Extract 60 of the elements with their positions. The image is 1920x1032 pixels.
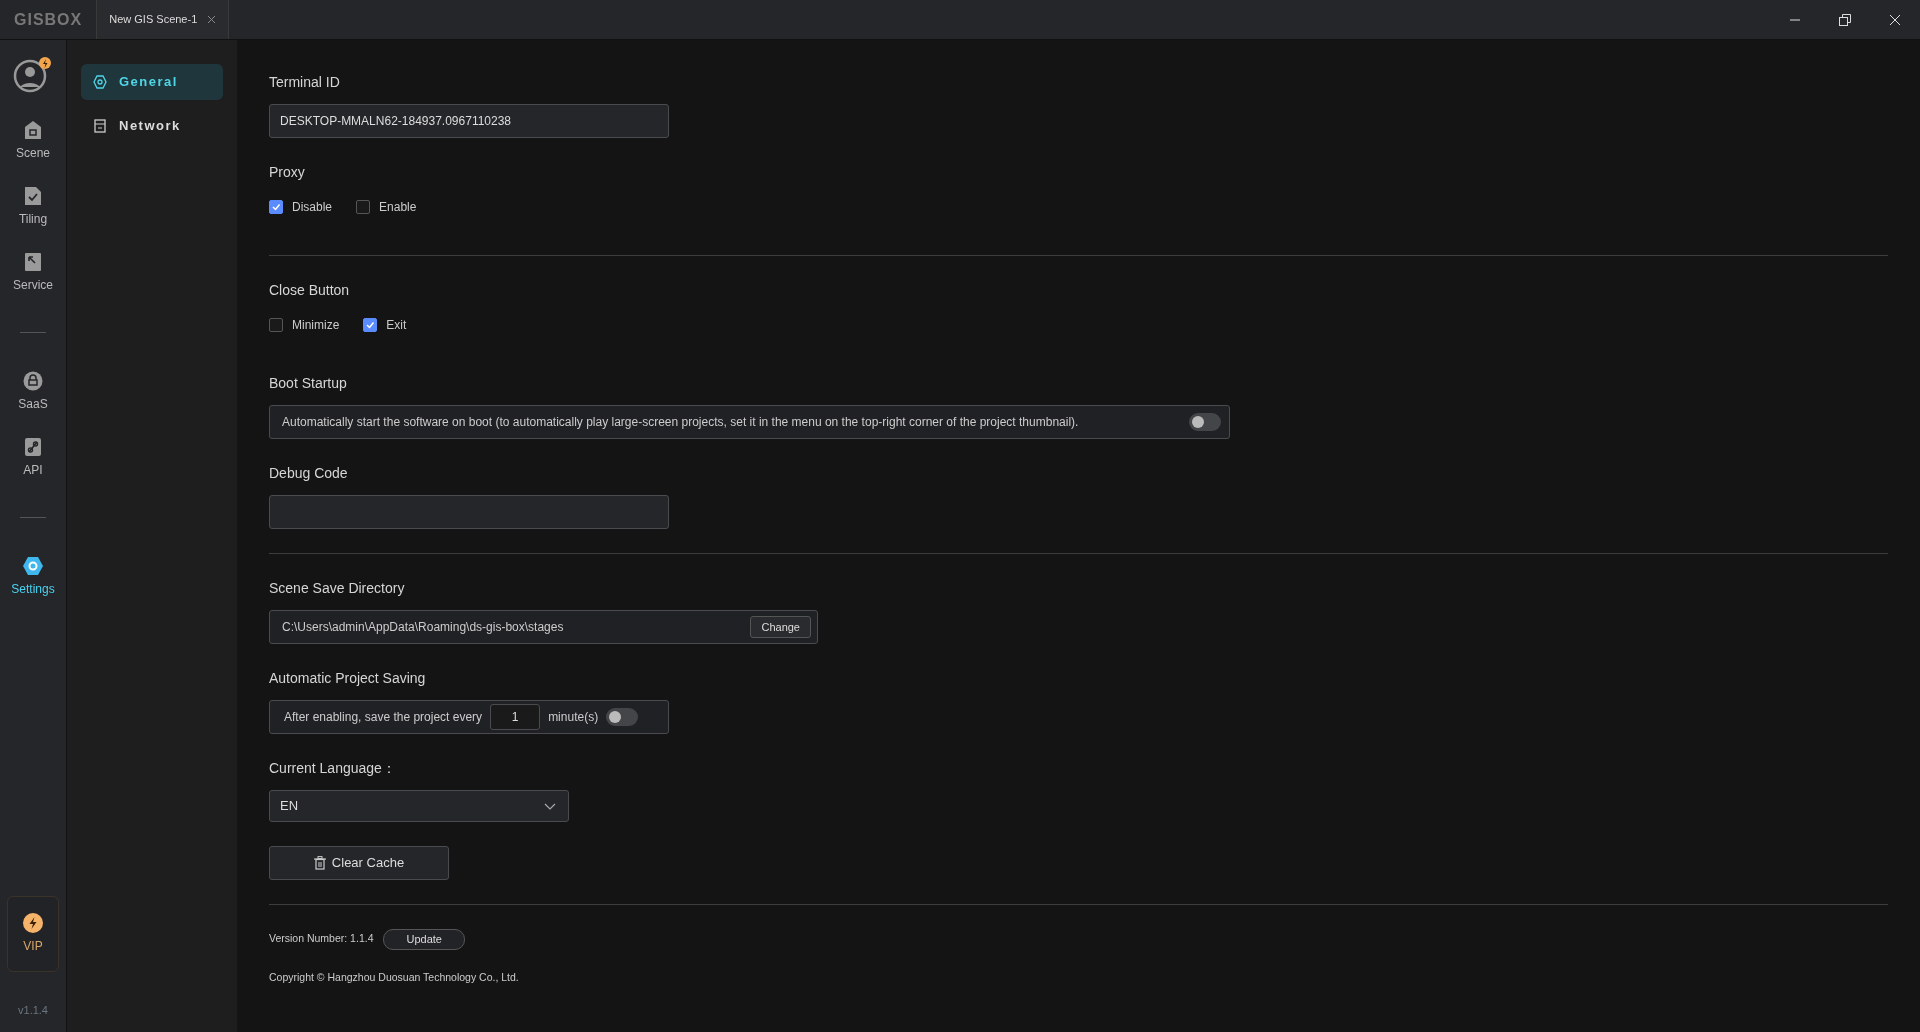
checkbox-label: Disable	[292, 199, 333, 216]
nav-item[interactable]: Settings	[0, 556, 67, 598]
toggle-switch[interactable]	[1189, 413, 1221, 431]
update-button[interactable]: Update	[383, 929, 465, 950]
toggle-switch[interactable]	[606, 708, 639, 726]
clear-cache-button[interactable]: Clear Cache	[269, 846, 449, 880]
chevron-down-icon	[544, 802, 556, 810]
nav-item[interactable]: Scene	[0, 120, 67, 162]
vip-button[interactable]: VIP	[7, 895, 59, 972]
restore-icon[interactable]	[1838, 12, 1852, 27]
lightning-icon	[23, 912, 43, 933]
scene-tab[interactable]: New GIS Scene-1	[96, 0, 230, 39]
directory-field[interactable]: C:\Users\admin\AppData\Roaming\ds-gis-box\stages Change	[269, 610, 818, 644]
drawer-icon	[93, 119, 107, 133]
hexagon-icon	[93, 75, 107, 89]
nav-item[interactable]: Tiling	[0, 186, 67, 228]
close-icon[interactable]	[1889, 13, 1901, 26]
checkbox[interactable]	[269, 200, 283, 214]
nav-item[interactable]: API	[0, 437, 67, 479]
setting-description: Automatically start the software on boot (to automatically play large-screen projects, set it in the menu on the top-right corner of the project thumbnail).	[282, 414, 1079, 431]
link-icon	[24, 437, 42, 457]
section-label: Automatic Project Saving	[269, 669, 427, 688]
section-label: Scene Save Directory	[269, 579, 406, 598]
nav-item[interactable]: Service	[0, 252, 67, 294]
version-label: v1.1.4	[18, 1002, 48, 1018]
language-dropdown[interactable]: EN	[269, 790, 569, 822]
section-label: Current Language：	[269, 759, 397, 778]
checkbox-label: Minimize	[292, 317, 340, 334]
section-label: Debug Code	[269, 464, 349, 483]
change-button[interactable]: Change	[750, 615, 811, 639]
checkbox[interactable]	[356, 200, 371, 214]
section-label: Proxy	[269, 163, 306, 182]
number-field[interactable]: 1	[490, 704, 541, 730]
tab-close-icon[interactable]	[207, 15, 217, 24]
text-field[interactable]: DESKTOP-MMALN62-184937.0967110238	[269, 104, 669, 138]
checkbox-label: Exit	[386, 317, 407, 334]
check-icon	[271, 202, 281, 212]
checkbox[interactable]	[363, 318, 378, 332]
document-check-icon	[24, 186, 42, 206]
house-icon	[24, 120, 42, 140]
section-label: Close Button	[269, 281, 351, 300]
version-number: Version Number: 1.1.4	[269, 931, 374, 947]
checkbox[interactable]	[269, 318, 283, 332]
avatar-icon[interactable]	[13, 56, 53, 94]
arrow-box-icon	[24, 252, 42, 272]
copyright-text: Copyright © Hangzhou Duosuan Technology Co., Ltd.	[269, 969, 520, 985]
setting-description: After enabling, save the project every	[284, 709, 483, 726]
settings-icon	[22, 556, 44, 576]
check-icon	[365, 320, 376, 330]
section-label: Boot Startup	[269, 374, 348, 393]
settings-menu-item[interactable]: Network	[81, 108, 223, 144]
settings-menu-item[interactable]: General	[81, 64, 223, 100]
nav-item[interactable]: SaaS	[0, 371, 67, 413]
unit-label: minute(s)	[548, 709, 599, 726]
section-label: Terminal ID	[269, 73, 341, 92]
trash-icon	[313, 856, 326, 870]
checkbox-label: Enable	[379, 199, 417, 216]
lock-icon	[23, 371, 43, 391]
text-field[interactable]	[269, 495, 669, 529]
app-logo: GISBOX	[13, 9, 84, 30]
